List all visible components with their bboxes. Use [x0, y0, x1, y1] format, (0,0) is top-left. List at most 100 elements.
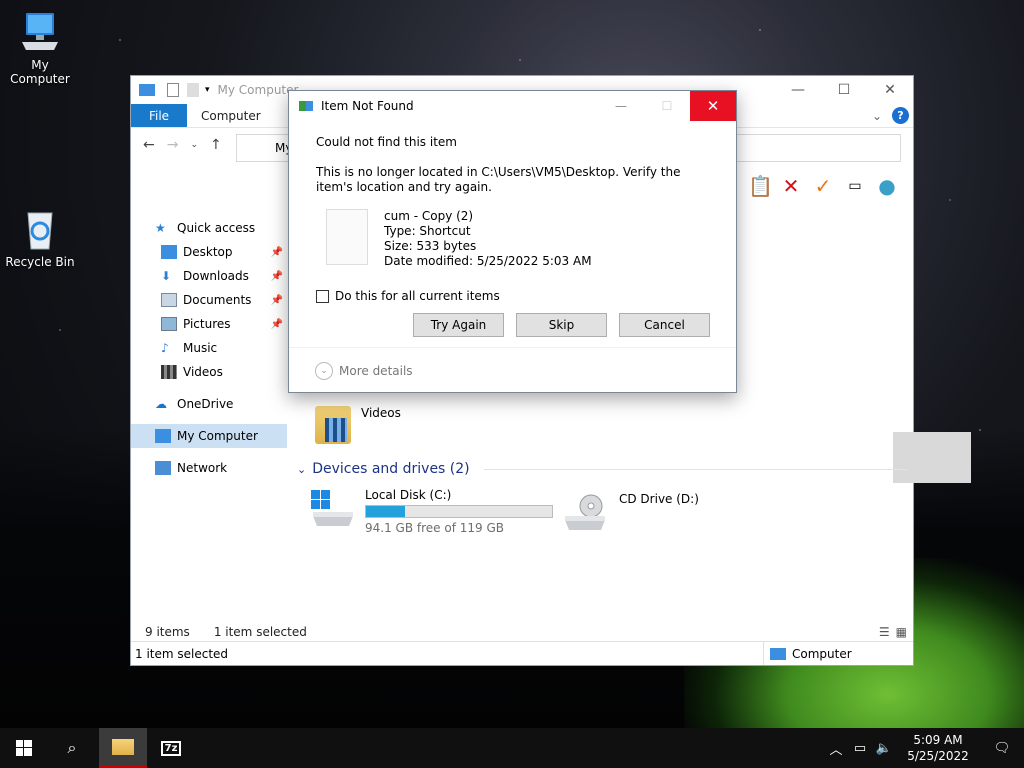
maximize-button[interactable]: ☐ — [821, 76, 867, 104]
nav-pictures[interactable]: Pictures 📌 — [131, 312, 287, 336]
checkbox[interactable] — [316, 289, 329, 303]
rename-icon[interactable]: ▭ — [844, 178, 866, 194]
file-name: cum - Copy (2) — [384, 209, 474, 223]
computer-icon — [139, 84, 155, 96]
system-tray: ︿ ▭ 🔈 5:09 AM 5/25/2022 🗨 — [824, 728, 1024, 768]
dialog-title: Item Not Found — [321, 99, 414, 113]
nav-music[interactable]: ♪ Music — [131, 336, 287, 360]
delete-x-icon[interactable]: ✕ — [780, 174, 802, 198]
tab-computer[interactable]: Computer — [187, 104, 275, 127]
globe-icon[interactable]: ● — [876, 174, 898, 198]
item-not-found-dialog: Item Not Found — ☐ ✕ Could not find this… — [288, 90, 737, 393]
help-icon[interactable]: ? — [892, 107, 909, 124]
nav-my-computer[interactable]: My Computer — [131, 424, 287, 448]
disk-usage-bar — [365, 505, 553, 518]
drive-local-disk[interactable]: Local Disk (C:) 94.1 GB free of 119 GB — [309, 488, 553, 535]
file-type: Type: Shortcut — [384, 224, 471, 238]
dialog-heading: Could not find this item — [316, 135, 457, 149]
recent-dropdown-icon[interactable]: ⌄ — [190, 140, 198, 150]
star-icon: ★ — [155, 221, 166, 235]
pin-icon[interactable]: 📌 — [271, 271, 283, 282]
pictures-icon — [161, 317, 177, 331]
large-icons-view-icon[interactable]: ▦ — [896, 625, 907, 639]
back-button[interactable]: ← — [143, 137, 155, 153]
nav-desktop[interactable]: Desktop 📌 — [131, 240, 287, 264]
file-modified: Date modified: 5/25/2022 5:03 AM — [384, 254, 592, 268]
nav-network[interactable]: Network — [131, 456, 287, 480]
pin-icon[interactable]: 📌 — [271, 319, 283, 330]
bottom-status-bar: 1 item selected Computer — [131, 641, 913, 665]
start-button[interactable] — [0, 728, 48, 768]
file-move-icon — [299, 101, 313, 111]
drive-name: Local Disk (C:) — [365, 488, 452, 502]
drive-name: CD Drive (D:) — [619, 492, 699, 506]
apply-all-checkbox[interactable]: Do this for all current items — [316, 289, 709, 303]
checkmark-icon[interactable]: ✓ — [812, 174, 834, 198]
folder-icon — [112, 739, 134, 755]
taskbar-7zip[interactable]: 7z — [147, 728, 195, 768]
try-again-button[interactable]: Try Again — [413, 313, 504, 337]
music-icon: ♪ — [161, 341, 169, 355]
recycle-bin-icon — [18, 207, 62, 251]
quick-access-dropdown-icon[interactable]: ▾ — [205, 85, 210, 95]
computer-icon — [155, 429, 171, 443]
drive-free-space: 94.1 GB free of 119 GB — [365, 521, 504, 535]
nav-onedrive[interactable]: ☁ OneDrive — [131, 392, 287, 416]
desktop-icon-recycle-bin[interactable]: Recycle Bin — [0, 207, 80, 269]
item-count: 9 items — [145, 625, 190, 639]
file-size: Size: 533 bytes — [384, 239, 477, 253]
tab-file[interactable]: File — [131, 104, 187, 127]
computer-icon — [18, 10, 62, 54]
network-icon[interactable]: ▭ — [848, 741, 872, 756]
desktop-folder-icon — [161, 245, 177, 259]
drive-cd[interactable]: CD Drive (D:) — [563, 492, 699, 532]
new-folder-icon[interactable] — [187, 83, 199, 97]
clock[interactable]: 5:09 AM 5/25/2022 — [902, 732, 974, 764]
file-info: cum - Copy (2) Type: Shortcut Size: 533 … — [326, 209, 709, 269]
volume-icon[interactable]: 🔈 — [872, 741, 896, 756]
details-view-icon[interactable]: ☰ — [879, 625, 890, 639]
7zip-icon: 7z — [160, 740, 182, 756]
chevron-down-icon: ⌄ — [297, 462, 307, 476]
nav-videos[interactable]: Videos — [131, 360, 287, 384]
properties-icon[interactable] — [167, 83, 179, 97]
forward-button[interactable]: → — [167, 137, 179, 153]
windows-logo-icon — [16, 740, 32, 756]
nav-documents[interactable]: Documents 📌 — [131, 288, 287, 312]
computer-icon — [770, 647, 786, 660]
pin-icon[interactable]: 📌 — [271, 247, 283, 258]
cancel-button[interactable]: Cancel — [619, 313, 710, 337]
search-button[interactable]: ⌕ — [48, 728, 96, 768]
dialog-maximize-button[interactable]: ☐ — [644, 91, 690, 121]
nav-quick-access[interactable]: ★ Quick access — [131, 216, 287, 240]
chevron-down-icon: ⌄ — [315, 362, 333, 380]
hard-drive-icon — [309, 488, 357, 528]
skip-button[interactable]: Skip — [516, 313, 607, 337]
selection-count: 1 item selected — [213, 625, 307, 639]
close-button[interactable]: ✕ — [867, 76, 913, 104]
cloud-icon: ☁ — [155, 397, 167, 411]
desktop-icon-my-computer[interactable]: My Computer — [0, 10, 80, 86]
minimize-button[interactable]: — — [775, 76, 821, 104]
ribbon-expand-icon[interactable]: ⌄ — [872, 109, 882, 123]
network-icon — [155, 461, 171, 475]
dialog-message: This is no longer located in C:\Users\VM… — [316, 165, 681, 194]
desktop-icon-label: Recycle Bin — [5, 255, 75, 269]
folder-videos[interactable]: Videos — [315, 406, 401, 444]
download-icon: ⬇ — [161, 269, 172, 283]
tray-chevron-up-icon[interactable]: ︿ — [824, 739, 848, 758]
dialog-minimize-button[interactable]: — — [598, 91, 644, 121]
taskbar-file-explorer[interactable] — [99, 728, 147, 768]
documents-icon — [161, 293, 177, 307]
taskbar: ⌕ 7z ︿ ▭ 🔈 5:09 AM 5/25/2022 🗨 — [0, 728, 1024, 768]
devices-section-header[interactable]: ⌄ Devices and drives (2) — [297, 461, 907, 477]
more-details-toggle[interactable]: ⌄ More details — [315, 362, 413, 380]
pin-icon[interactable]: 📌 — [271, 295, 283, 306]
clipboard-icon[interactable]: 📋 — [748, 174, 773, 198]
dialog-close-button[interactable]: ✕ — [690, 91, 736, 121]
navigation-pane: ★ Quick access Desktop 📌 ⬇ Downloads 📌 D… — [131, 216, 287, 480]
up-button[interactable]: ↑ — [210, 137, 222, 153]
nav-downloads[interactable]: ⬇ Downloads 📌 — [131, 264, 287, 288]
notifications-icon[interactable]: 🗨 — [980, 741, 1024, 756]
videos-icon — [161, 365, 177, 379]
